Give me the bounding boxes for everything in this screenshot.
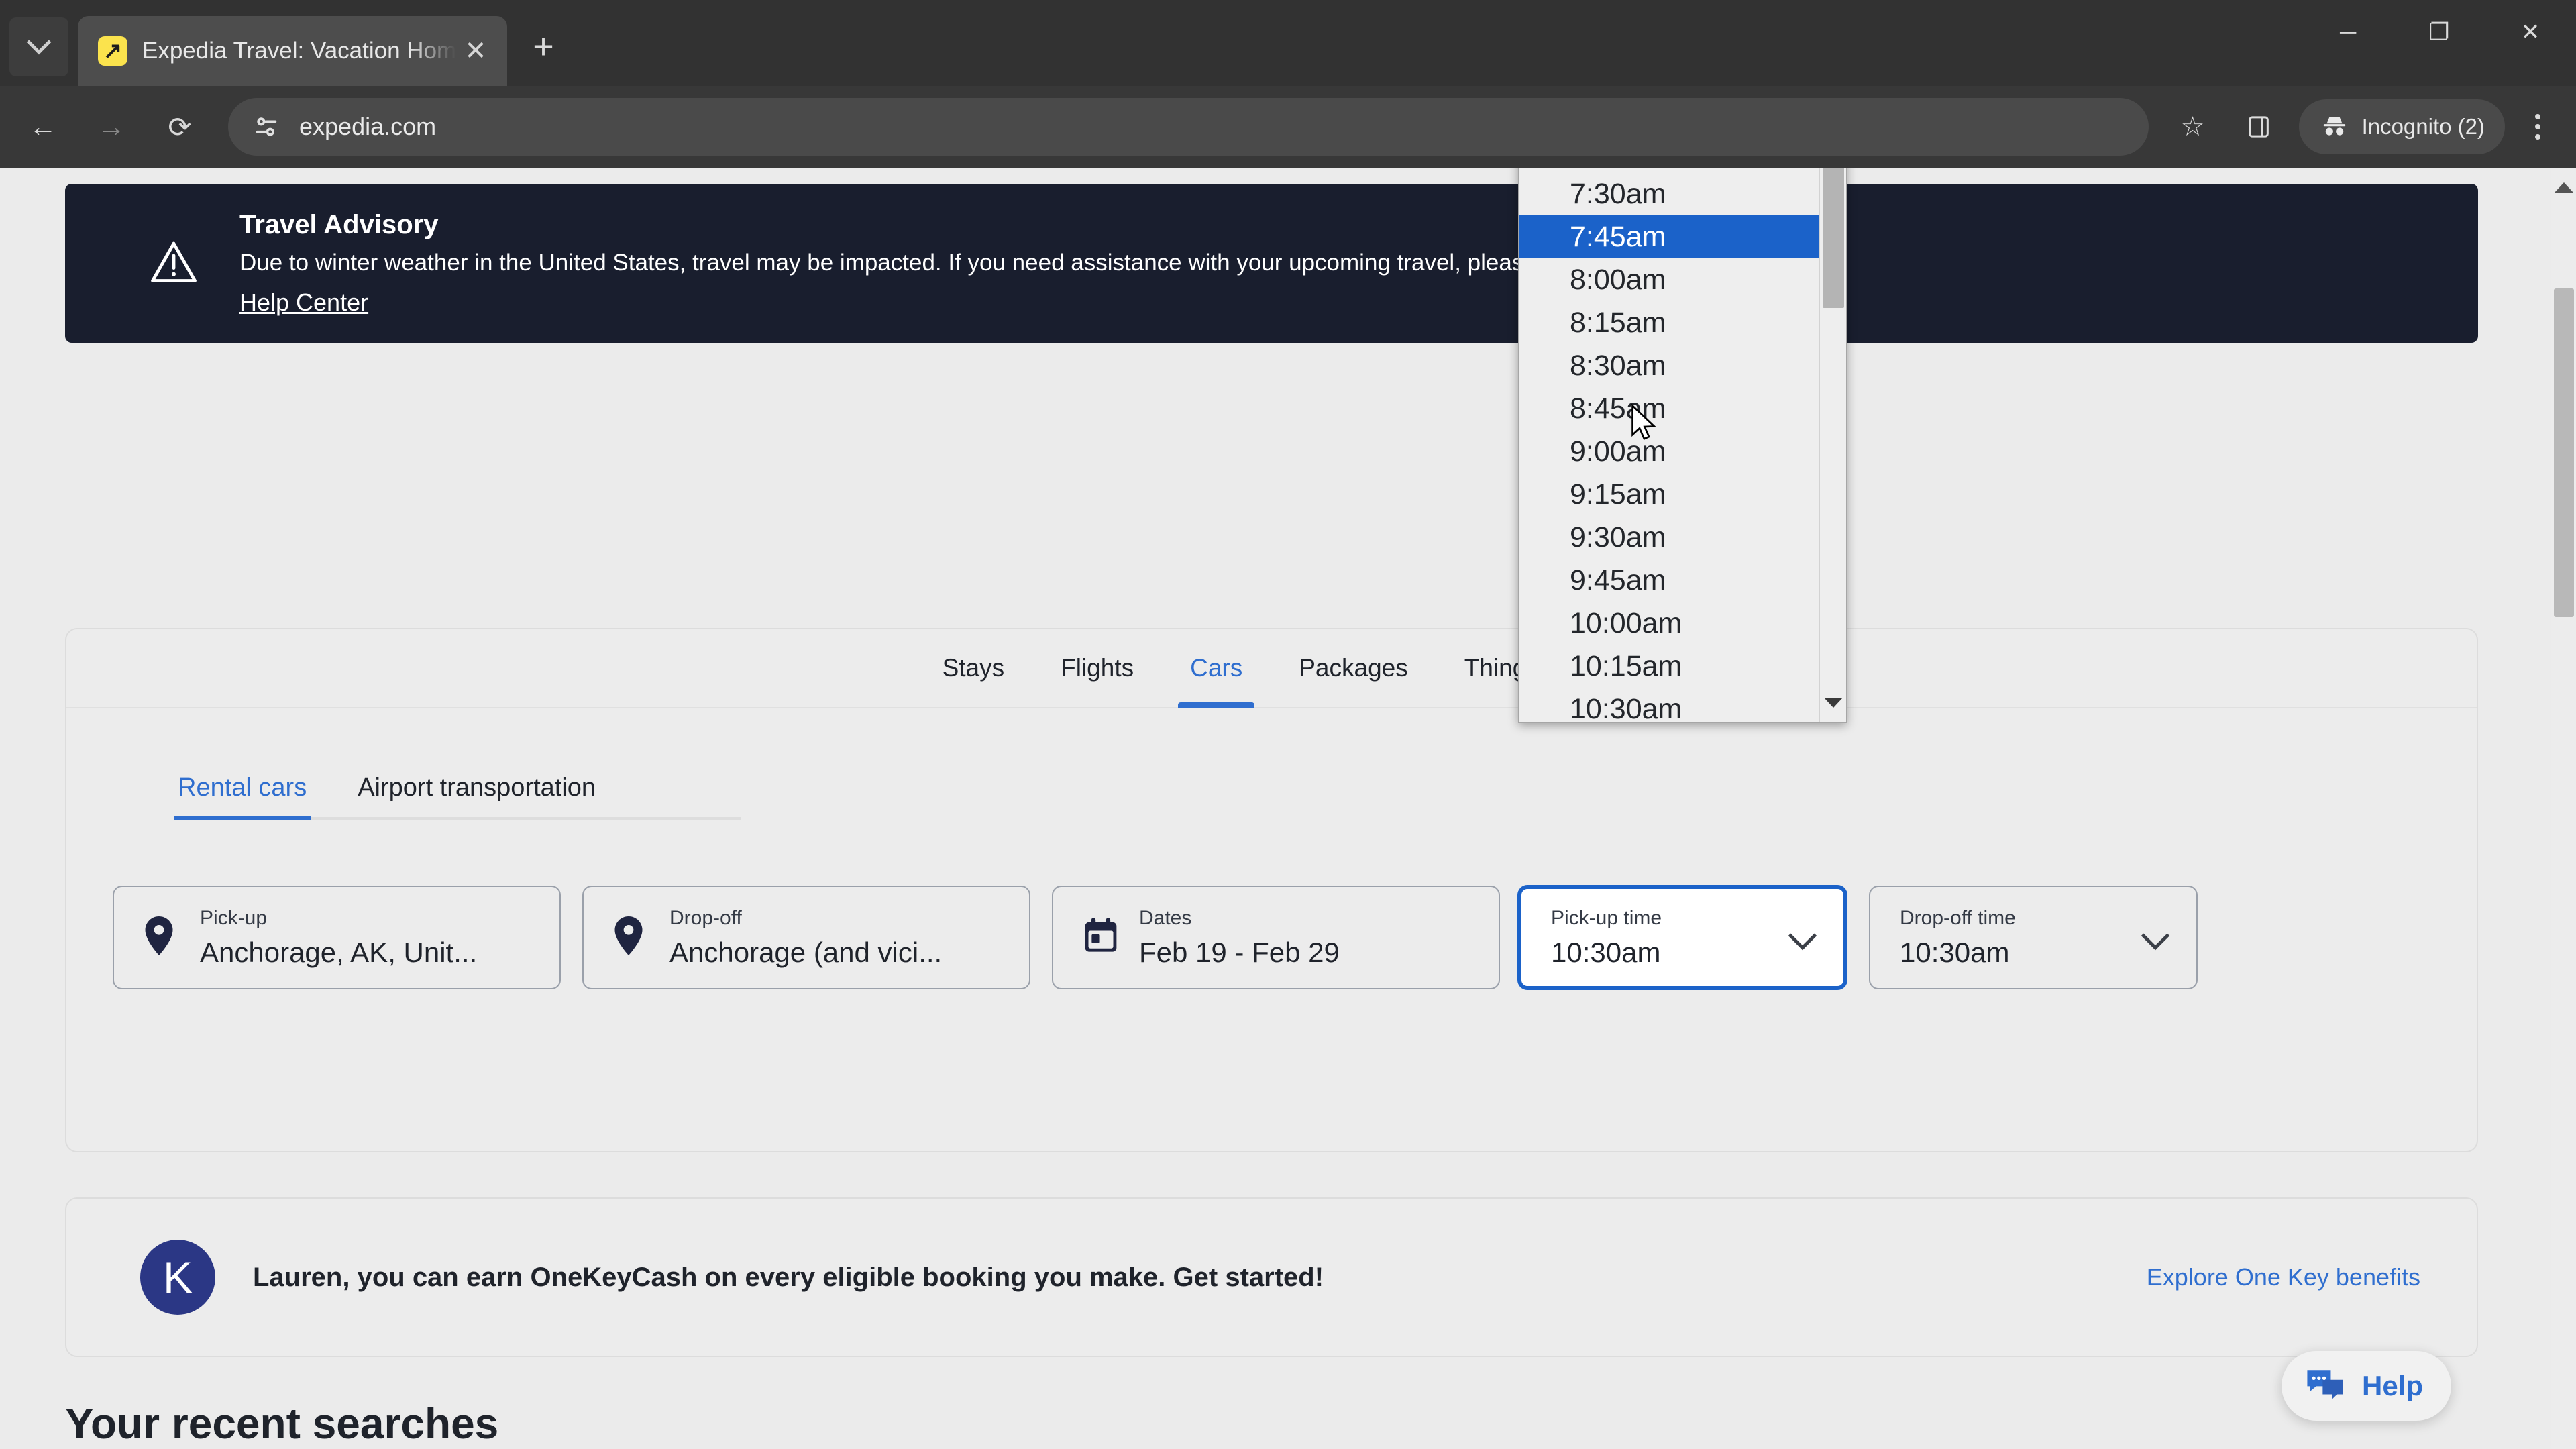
onekey-message: Lauren, you can earn OneKeyCash on every… (253, 1262, 1324, 1292)
close-icon[interactable]: ✕ (456, 38, 495, 64)
pickup-location-field[interactable]: Pick-up Anchorage, AK, Unit... (113, 885, 561, 989)
dropdown-option[interactable]: 10:30am (1519, 688, 1819, 723)
pickup-time-value: 10:30am (1551, 936, 1661, 968)
dropdown-option[interactable]: 9:30am (1519, 516, 1819, 559)
product-tabs: Stays Flights Cars Packages Things to do (66, 629, 2477, 708)
help-chat-widget[interactable]: Help (2281, 1351, 2451, 1421)
dropdown-option[interactable]: 10:15am (1519, 645, 1819, 688)
back-button[interactable]: ← (17, 101, 68, 152)
pickup-time-label: Pick-up time (1551, 906, 1662, 929)
page-viewport: Travel Advisory Due to winter weather in… (0, 168, 2576, 1449)
dropoff-location-field[interactable]: Drop-off Anchorage (and vici... (582, 885, 1030, 989)
pickup-time-texts: Pick-up time 10:30am (1551, 907, 1662, 969)
bookmark-star-icon[interactable]: ☆ (2167, 101, 2218, 152)
dropdown-option[interactable]: 7:15am (1519, 168, 1819, 172)
window-close-button[interactable]: ✕ (2485, 0, 2576, 64)
tab-search-button[interactable] (9, 17, 68, 76)
dates-value: Feb 19 - Feb 29 (1139, 936, 1340, 968)
incognito-label: Incognito (2) (2361, 114, 2485, 139)
sub-tab-rental-cars[interactable]: Rental cars (173, 773, 311, 820)
dropdown-scrollbar[interactable] (1819, 168, 1846, 722)
advisory-help-center-link[interactable]: Help Center (239, 288, 368, 317)
tab-packages[interactable]: Packages (1271, 629, 1436, 708)
scroll-down-arrow-icon[interactable] (1823, 698, 1843, 708)
travel-advisory-banner: Travel Advisory Due to winter weather in… (65, 184, 2478, 343)
dropdown-option-selected[interactable]: 7:45am (1519, 215, 1819, 258)
dates-field-texts: Dates Feb 19 - Feb 29 (1139, 907, 1340, 969)
url-text: expedia.com (299, 113, 437, 140)
reload-button[interactable]: ⟳ (154, 101, 205, 152)
sub-tab-airport-transportation[interactable]: Airport transportation (358, 773, 596, 817)
maximize-button[interactable]: ❐ (2394, 0, 2485, 64)
tab-cars[interactable]: Cars (1162, 629, 1271, 708)
browser-tab[interactable]: Expedia Travel: Vacation Homes ✕ (78, 16, 507, 86)
page-scroll-thumb[interactable] (2554, 288, 2574, 617)
tab-stays[interactable]: Stays (914, 629, 1033, 708)
map-pin-icon (613, 916, 653, 959)
side-panel-icon[interactable] (2233, 101, 2284, 152)
dropdown-options: 6:30am 6:45am 7:00am 7:15am 7:30am 7:45a… (1519, 168, 1819, 722)
dropdown-scroll-thumb[interactable] (1823, 168, 1844, 308)
minimize-button[interactable]: ─ (2302, 0, 2394, 64)
incognito-indicator[interactable]: Incognito (2) (2298, 99, 2505, 154)
dropoff-time-texts: Drop-off time 10:30am (1900, 907, 2016, 969)
chat-bubble-icon (2306, 1367, 2345, 1405)
chevron-down-icon (1788, 921, 1817, 950)
dropoff-time-select[interactable]: Drop-off time 10:30am (1869, 885, 2198, 989)
window-controls: ─ ❐ ✕ (2302, 0, 2576, 86)
onekey-banner[interactable]: K Lauren, you can earn OneKeyCash on eve… (65, 1197, 2478, 1357)
dropoff-label: Drop-off (669, 906, 742, 929)
page-scrollbar[interactable] (2551, 168, 2576, 1449)
pickup-label: Pick-up (200, 906, 268, 929)
explore-one-key-benefits-link[interactable]: Explore One Key benefits (2147, 1263, 2420, 1291)
dropdown-option[interactable]: 8:45am (1519, 387, 1819, 430)
browser-window: Expedia Travel: Vacation Homes ✕ + ─ ❐ ✕… (0, 0, 2576, 1449)
dropoff-time-label: Drop-off time (1900, 906, 2016, 929)
scroll-up-arrow-icon[interactable] (2554, 182, 2573, 193)
pickup-time-select[interactable]: Pick-up time 10:30am (1518, 885, 1847, 989)
site-settings-icon[interactable] (248, 109, 284, 145)
warning-triangle-icon (150, 239, 198, 287)
dropdown-option[interactable]: 8:30am (1519, 344, 1819, 387)
tab-title: Expedia Travel: Vacation Homes (142, 38, 456, 64)
chevron-down-icon (2141, 921, 2170, 950)
dropoff-field-texts: Drop-off Anchorage (and vici... (669, 907, 942, 969)
dropdown-option[interactable]: 10:00am (1519, 602, 1819, 645)
page-content: Travel Advisory Due to winter weather in… (0, 168, 2551, 1449)
help-label: Help (2361, 1370, 2423, 1401)
pickup-field-texts: Pick-up Anchorage, AK, Unit... (200, 907, 477, 969)
chevron-down-icon (26, 30, 52, 55)
onekey-logo: K (140, 1240, 215, 1315)
map-pin-icon (144, 916, 184, 959)
address-bar[interactable]: expedia.com (228, 98, 2149, 156)
forward-button[interactable]: → (86, 101, 137, 152)
incognito-icon (2323, 117, 2345, 136)
dropdown-option[interactable]: 8:15am (1519, 301, 1819, 344)
pickup-time-dropdown-list[interactable]: 6:30am 6:45am 7:00am 7:15am 7:30am 7:45a… (1518, 168, 1847, 723)
new-tab-button[interactable]: + (519, 24, 568, 72)
browser-toolbar: ← → ⟳ expedia.com ☆ Incognito (2) (0, 86, 2576, 168)
dates-label: Dates (1139, 906, 1192, 929)
car-sub-tabs: Rental cars Airport transportation (173, 740, 741, 820)
dates-field[interactable]: Dates Feb 19 - Feb 29 (1052, 885, 1500, 989)
calendar-icon (1083, 917, 1123, 958)
dropdown-option[interactable]: 8:00am (1519, 258, 1819, 301)
dropdown-option[interactable]: 7:30am (1519, 172, 1819, 215)
recent-searches-heading: Your recent searches (65, 1399, 499, 1448)
pickup-value: Anchorage, AK, Unit... (200, 936, 478, 968)
browser-menu-button[interactable] (2514, 100, 2561, 154)
expedia-favicon (98, 36, 127, 66)
dropdown-option[interactable]: 9:45am (1519, 559, 1819, 602)
dropdown-option[interactable]: 9:00am (1519, 430, 1819, 473)
dropoff-value: Anchorage (and vici... (669, 936, 943, 968)
tab-strip: Expedia Travel: Vacation Homes ✕ + ─ ❐ ✕ (0, 0, 2576, 86)
tab-flights[interactable]: Flights (1032, 629, 1162, 708)
dropdown-option[interactable]: 9:15am (1519, 473, 1819, 516)
dropoff-time-value: 10:30am (1900, 936, 2010, 968)
